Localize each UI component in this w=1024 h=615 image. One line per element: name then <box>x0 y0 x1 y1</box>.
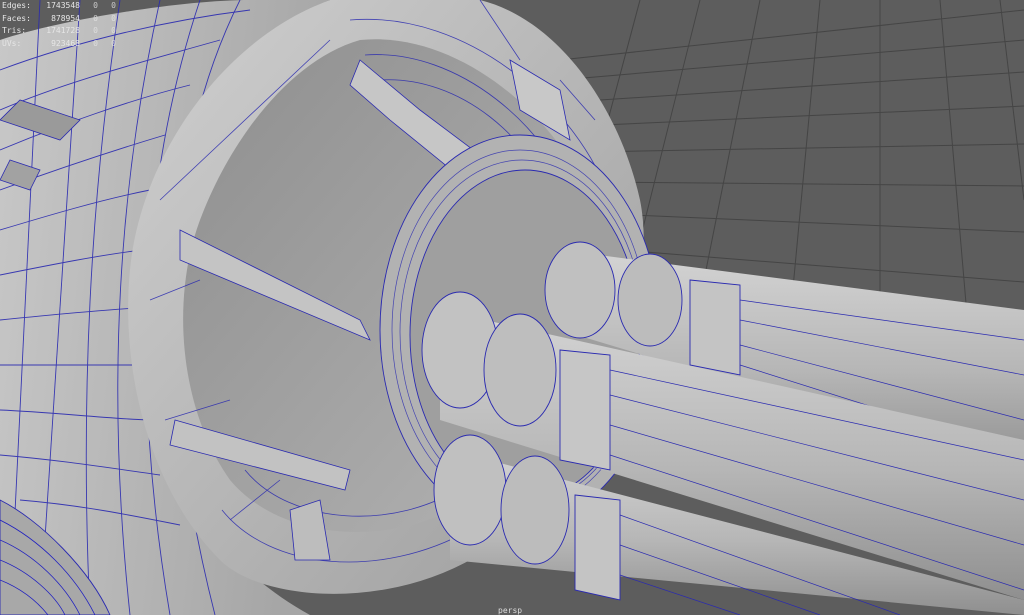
hud-row-tris: Tris: 1741728 0 0 <box>2 26 116 35</box>
camera-label: persp <box>498 606 523 615</box>
hud-row-edges: Edges: 1743548 0 0 <box>2 1 116 10</box>
3d-viewport[interactable]: Edges: 1743548 0 0 Faces: 878954 0 0 Tri… <box>0 0 1024 615</box>
hud-row-uvs: UVs: 923468 0 0 <box>2 38 116 48</box>
hud-row-faces: Faces: 878954 0 0 <box>2 13 116 23</box>
poly-count-hud: Edges: 1743548 0 0 Faces: 878954 0 0 Tri… <box>2 0 116 50</box>
scene-render[interactable] <box>0 0 1024 615</box>
